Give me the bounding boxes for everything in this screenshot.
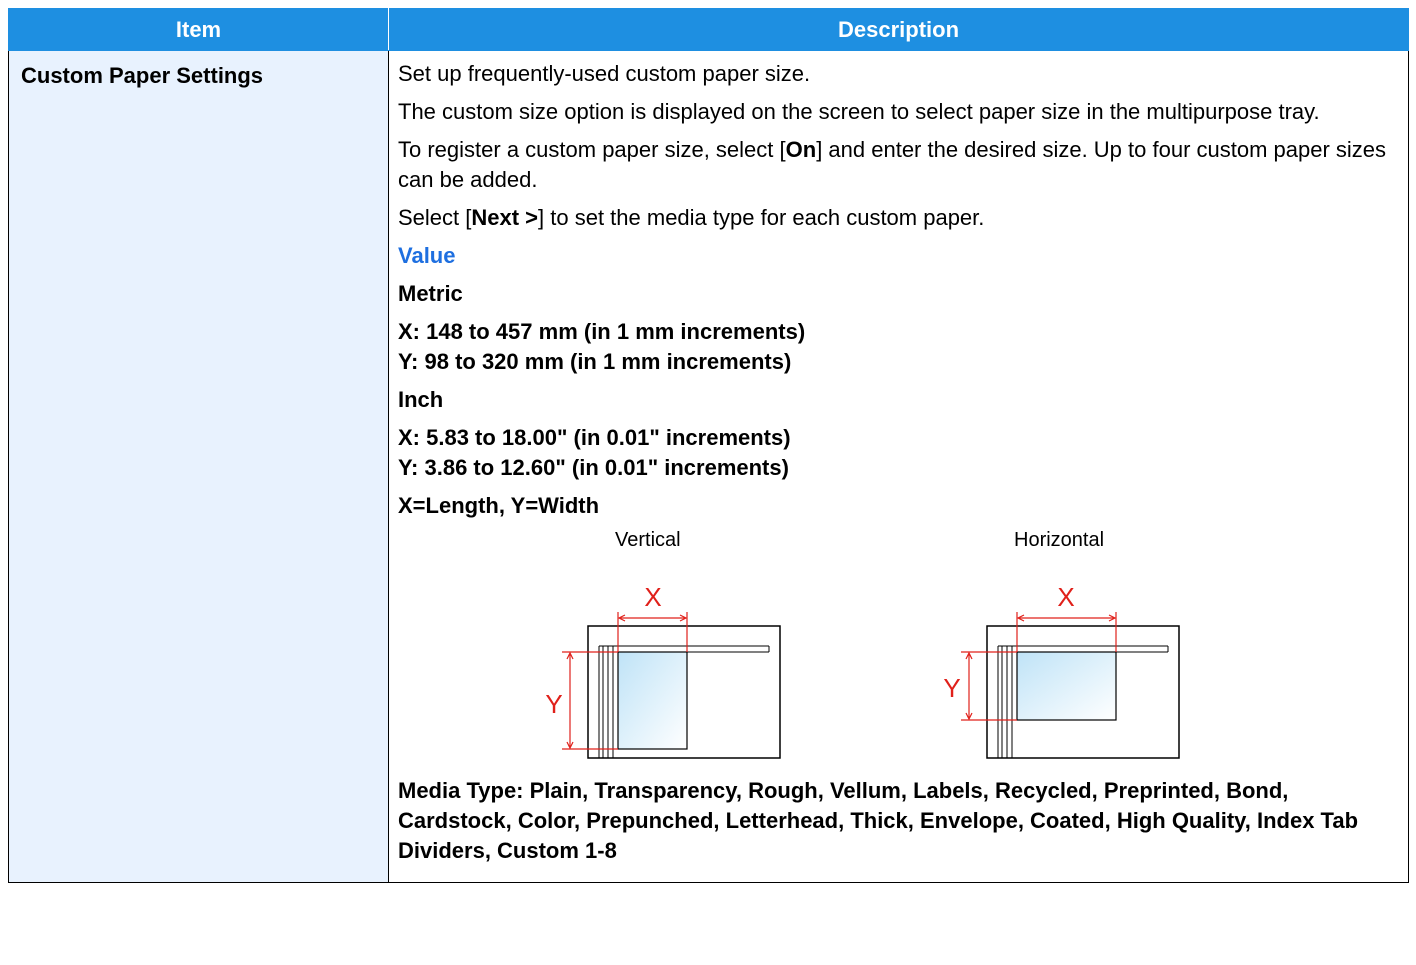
inch-range: X: 5.83 to 18.00" (in 0.01" increments) Y… xyxy=(398,423,1398,483)
metric-heading: Metric xyxy=(398,281,463,306)
metric-range: X: 148 to 457 mm (in 1 mm increments) Y: … xyxy=(398,317,1398,377)
x-dimension-label: X xyxy=(644,582,661,612)
xy-note: X=Length, Y=Width xyxy=(398,493,600,518)
horizontal-figure xyxy=(961,612,1180,759)
y-dimension-label: Y xyxy=(943,673,960,703)
paper-size-diagram: X Y X Y xyxy=(545,582,1180,759)
settings-table: Item Description Custom Paper Settings S… xyxy=(8,8,1409,883)
next-option: Next > xyxy=(471,205,539,230)
inch-y: Y: 3.86 to 12.60" (in 0.01" increments) xyxy=(398,455,789,480)
table-row: Custom Paper Settings Set up frequently-… xyxy=(8,50,1409,883)
table-header-row: Item Description xyxy=(8,8,1409,51)
media-type-list: Media Type: Plain, Transparency, Rough, … xyxy=(398,778,1359,863)
inch-heading: Inch xyxy=(398,387,444,412)
metric-y: Y: 98 to 320 mm (in 1 mm increments) xyxy=(398,349,792,374)
header-item: Item xyxy=(8,8,389,51)
on-option: On xyxy=(785,137,817,162)
item-cell: Custom Paper Settings xyxy=(8,50,389,883)
metric-x: X: 148 to 457 mm (in 1 mm increments) xyxy=(398,319,806,344)
paper-sheet xyxy=(617,651,688,750)
next-paragraph: Select [Next >] to set the media type fo… xyxy=(398,205,985,230)
desc-paragraph: Set up frequently-used custom paper size… xyxy=(398,61,811,86)
x-dimension-label: X xyxy=(1057,582,1074,612)
description-cell: Set up frequently-used custom paper size… xyxy=(388,50,1409,883)
register-paragraph: To register a custom paper size, select … xyxy=(398,137,1387,192)
value-heading: Value xyxy=(398,243,456,268)
paper-sheet xyxy=(1016,651,1117,721)
paper-orientation-figures: Vertical Horizontal X Y X Y xyxy=(389,521,1398,776)
inch-x: X: 5.83 to 18.00" (in 0.01" increments) xyxy=(398,425,791,450)
y-dimension-label: Y xyxy=(545,689,562,719)
item-label: Custom Paper Settings xyxy=(21,63,264,88)
header-description: Description xyxy=(388,8,1409,51)
vertical-figure xyxy=(562,612,781,759)
desc-paragraph: The custom size option is displayed on t… xyxy=(398,99,1320,124)
